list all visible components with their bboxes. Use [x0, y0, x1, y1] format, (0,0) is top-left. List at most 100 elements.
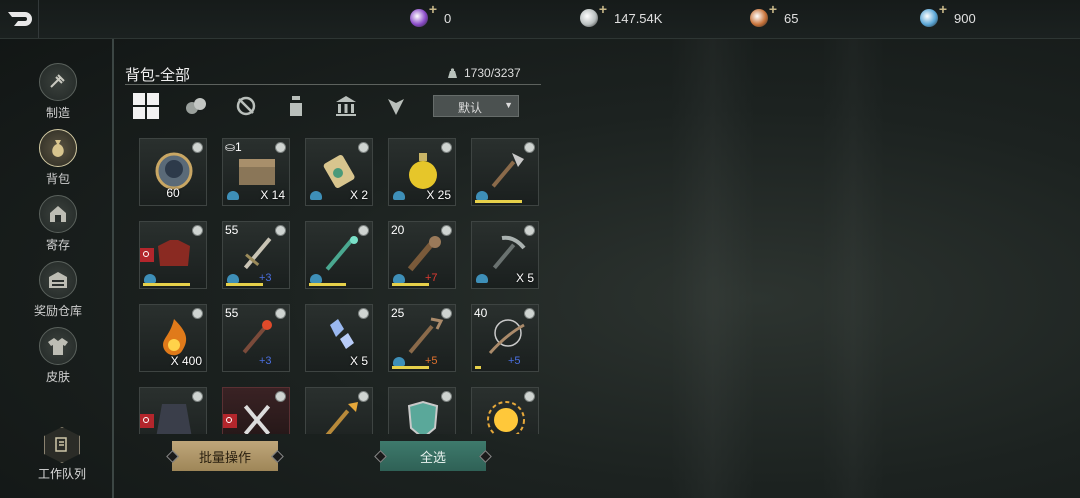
capacity-value: 1730/3237	[464, 66, 521, 80]
tab-all[interactable]	[131, 92, 161, 120]
item-level: 40	[474, 306, 488, 320]
chest-item-icon	[239, 159, 275, 185]
item-quantity: X 5	[515, 271, 534, 285]
link-icon	[441, 142, 452, 153]
sidebar-item-bag[interactable]: 背包	[30, 129, 86, 187]
back-button[interactable]	[0, 0, 39, 38]
link-icon	[358, 142, 369, 153]
sort-dropdown[interactable]: 默认 ▼	[433, 95, 519, 117]
currency-value: 900	[954, 10, 976, 26]
link-icon	[192, 225, 203, 236]
item-level: 25	[391, 306, 405, 320]
inventory-slot[interactable]	[471, 387, 539, 434]
tab-misc[interactable]	[381, 92, 411, 120]
purple-gem-icon	[410, 1, 437, 27]
tab-materials[interactable]	[181, 92, 211, 120]
inventory-slot[interactable]: X 5	[305, 304, 373, 372]
bound-icon	[476, 191, 488, 200]
inventory-slot[interactable]: 55 +3	[222, 221, 290, 289]
durability-bar	[392, 366, 429, 369]
storage-icon	[39, 195, 77, 233]
item-quantity: 60	[166, 186, 180, 200]
sidebar-item-label: 制造	[45, 106, 70, 120]
title-divider	[125, 84, 541, 85]
sword-item-icon	[243, 237, 272, 270]
item-level: ⛀1	[225, 140, 242, 154]
bound-icon	[393, 191, 405, 200]
chestplate-item-icon	[158, 240, 190, 266]
inventory-slot[interactable]: 25 +5	[388, 304, 456, 372]
back-arrow-icon	[8, 12, 32, 26]
tab-consumables[interactable]	[281, 92, 311, 120]
materials-icon	[186, 98, 206, 114]
inventory-slot[interactable]: 60	[139, 138, 207, 206]
link-icon	[275, 142, 286, 153]
link-icon	[192, 308, 203, 319]
link-icon	[358, 391, 369, 402]
item-enhance: +3	[259, 355, 272, 367]
item-quantity: X 25	[426, 188, 451, 202]
bound-icon	[393, 357, 405, 366]
currency-value: 0	[444, 10, 452, 26]
web-bow-item-icon	[488, 319, 525, 354]
sidebar-item-skin[interactable]: 皮肤	[30, 327, 86, 385]
blue-orb-icon	[920, 1, 947, 27]
bound-icon	[310, 191, 322, 200]
scroll-item-icon	[323, 154, 355, 189]
tools-item-icon	[243, 404, 271, 434]
currency-1[interactable]: 147.54K	[580, 1, 662, 27]
bound-icon	[144, 274, 156, 283]
inventory-slot[interactable]: X 5	[471, 221, 539, 289]
tab-equipment[interactable]	[231, 92, 261, 120]
inventory-slot[interactable]	[305, 221, 373, 289]
staff-green-item-icon	[325, 236, 358, 271]
work-queue-button[interactable]: 工作队列	[22, 427, 102, 482]
inventory-slot[interactable]	[388, 387, 456, 434]
bound-icon	[310, 274, 322, 283]
cloak-item-icon	[156, 404, 192, 434]
link-icon	[441, 391, 452, 402]
chevron-down-icon: ▼	[504, 100, 513, 110]
link-icon	[441, 308, 452, 319]
inventory-slot[interactable]	[471, 138, 539, 206]
tab-buildings[interactable]	[331, 92, 361, 120]
link-icon	[358, 308, 369, 319]
inventory-slot[interactable]: ⛀1 X 14	[222, 138, 290, 206]
inventory-slot[interactable]: 20 +7	[388, 221, 456, 289]
inventory-slot[interactable]	[305, 387, 373, 434]
item-level: 55	[225, 223, 239, 237]
special-tag-icon	[223, 414, 237, 428]
sidebar-item-storage[interactable]: 寄存	[30, 195, 86, 253]
currency-0[interactable]: 0	[410, 1, 452, 27]
inventory-slot[interactable]: X 2	[305, 138, 373, 206]
creature-icon	[388, 99, 404, 115]
sidebar-item-reward-warehouse[interactable]: 奖励仓库	[30, 261, 86, 319]
item-quantity: X 400	[170, 354, 202, 368]
link-icon	[441, 225, 452, 236]
currency-2[interactable]: 65	[750, 1, 798, 27]
left-sidebar: 制造 背包 寄存 奖励仓库 皮肤 工作队列	[0, 39, 114, 498]
sidebar-item-label: 寄存	[45, 238, 70, 252]
inventory-slot[interactable]: X 25	[388, 138, 456, 206]
batch-operation-button[interactable]: 批量操作	[172, 441, 278, 471]
potion-item-icon	[409, 153, 437, 189]
work-queue-icon	[44, 427, 80, 463]
special-tag-icon	[140, 248, 154, 262]
inventory-slot[interactable]	[139, 387, 207, 434]
sidebar-item-label: 奖励仓库	[33, 304, 82, 318]
reward-warehouse-icon	[39, 261, 77, 299]
link-icon	[524, 142, 535, 153]
inventory-slot[interactable]: 40 +5	[471, 304, 539, 372]
inventory-slot[interactable]: X 400	[139, 304, 207, 372]
staff-red-item-icon	[242, 320, 272, 354]
inventory-slot[interactable]	[222, 387, 290, 434]
bound-icon	[227, 191, 239, 200]
inventory-slot[interactable]	[139, 221, 207, 289]
sidebar-item-craft[interactable]: 制造	[30, 63, 86, 121]
select-all-button[interactable]: 全选	[380, 441, 486, 471]
club-item-icon	[407, 236, 441, 272]
currency-3[interactable]: 900	[920, 1, 976, 27]
pickaxe-item-icon	[492, 235, 526, 270]
link-icon	[192, 391, 203, 402]
inventory-slot[interactable]: 55 +3	[222, 304, 290, 372]
